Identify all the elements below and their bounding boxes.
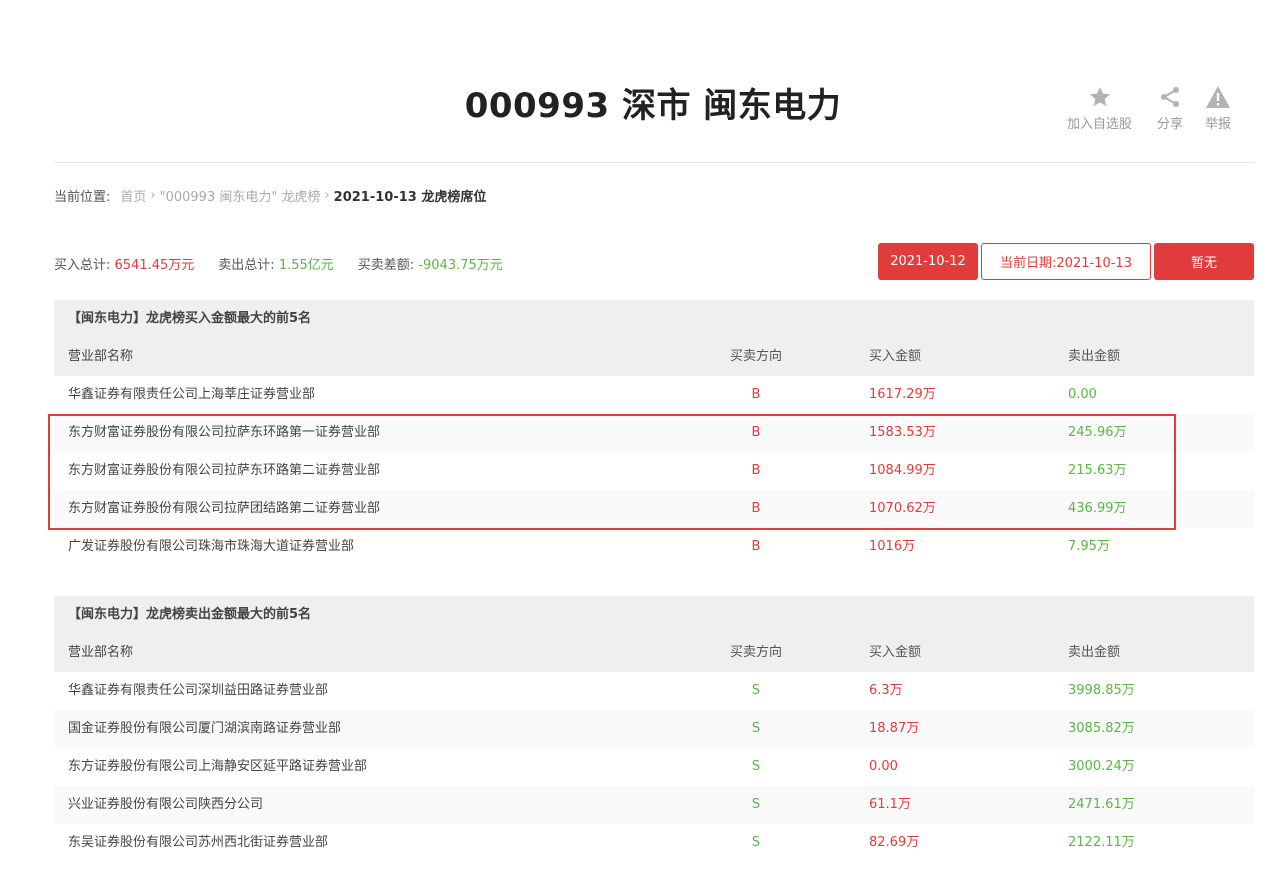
sell-amount: 3000.24万 (1068, 759, 1135, 774)
buy-amount: 1084.99万 (869, 463, 936, 478)
trade-direction: B (751, 539, 761, 554)
table-row: 华鑫证券有限责任公司上海莘庄证券营业部 B 1617.29万 0.00 (54, 376, 1254, 414)
buy-total-label: 买入总计: (54, 258, 111, 273)
buy-amount: 1070.62万 (869, 501, 936, 516)
table-row: 东方证券股份有限公司上海静安区延平路证券营业部 S 0.00 3000.24万 (54, 748, 1254, 786)
table-row: 国金证券股份有限公司厦门湖滨南路证券营业部 S 18.87万 3085.82万 (54, 710, 1254, 748)
header-buy-amount: 买入金额 (869, 349, 922, 364)
sell-amount: 215.63万 (1068, 463, 1127, 478)
branch-name[interactable]: 东方财富证券股份有限公司拉萨东环路第二证券营业部 (68, 452, 380, 490)
sell-top5-table: 【闽东电力】龙虎榜卖出金额最大的前5名 营业部名称 买卖方向 买入金额 卖出金额… (54, 596, 1254, 862)
buy-amount: 1016万 (869, 539, 916, 554)
sell-amount: 436.99万 (1068, 501, 1127, 516)
sell-amount: 245.96万 (1068, 425, 1127, 440)
breadcrumb-current: 2021-10-13 龙虎榜席位 (333, 190, 487, 205)
buy-total: 买入总计: 6541.45万元 (54, 254, 194, 273)
add-watchlist-label: 加入自选股 (1067, 117, 1133, 132)
buy-amount: 61.1万 (869, 797, 911, 812)
table-header: 营业部名称 买卖方向 买入金额 卖出金额 (54, 338, 1254, 376)
add-watchlist-button[interactable]: 加入自选股 (1067, 84, 1132, 132)
sell-amount: 2471.61万 (1068, 797, 1135, 812)
breadcrumb-prefix: 当前位置: (54, 190, 111, 205)
sell-total: 卖出总计: 1.55亿元 (218, 254, 333, 273)
trade-direction: B (751, 387, 761, 402)
branch-name[interactable]: 华鑫证券有限责任公司上海莘庄证券营业部 (68, 376, 315, 414)
sell-amount: 2122.11万 (1068, 835, 1135, 850)
table-row: 广发证券股份有限公司珠海市珠海大道证券营业部 B 1016万 7.95万 (54, 528, 1254, 566)
header-sell-amount: 卖出金额 (1068, 349, 1121, 364)
trade-diff-label: 买卖差额: (357, 258, 415, 273)
trade-diff: 买卖差额: -9043.75万元 (358, 254, 503, 273)
breadcrumb-parent-link[interactable]: "000993 闽东电力" 龙虎榜 (160, 186, 321, 205)
table-row: 东方财富证券股份有限公司拉萨东环路第二证券营业部 B 1084.99万 215.… (54, 452, 1254, 490)
sell-total-label: 卖出总计: (218, 258, 275, 273)
trade-direction: S (751, 759, 761, 774)
trade-direction: S (751, 835, 761, 850)
buy-amount: 1583.53万 (869, 425, 936, 440)
buy-amount: 18.87万 (869, 721, 920, 736)
sell-table-title: 【闽东电力】龙虎榜卖出金额最大的前5名 (54, 596, 1254, 634)
buy-total-value: 6541.45万元 (114, 258, 195, 273)
branch-name[interactable]: 东方财富证券股份有限公司拉萨东环路第一证券营业部 (68, 414, 380, 452)
branch-name[interactable]: 国金证券股份有限公司厦门湖滨南路证券营业部 (68, 710, 341, 748)
report-button[interactable]: 举报 (1205, 84, 1231, 132)
breadcrumb-home-link[interactable]: 首页 (120, 186, 146, 205)
current-date-button[interactable]: 当前日期:2021-10-13 (981, 243, 1151, 280)
share-button[interactable]: 分享 (1157, 84, 1183, 132)
sell-amount: 3085.82万 (1068, 721, 1135, 736)
header-branch: 营业部名称 (68, 349, 134, 364)
buy-amount: 0.00 (869, 759, 898, 774)
branch-name[interactable]: 广发证券股份有限公司珠海市珠海大道证券营业部 (68, 528, 354, 566)
report-label: 举报 (1205, 117, 1232, 132)
share-label: 分享 (1157, 117, 1184, 132)
branch-name[interactable]: 华鑫证券有限责任公司深圳益田路证券营业部 (68, 672, 328, 710)
trade-direction: B (751, 463, 761, 478)
table-row: 东方财富证券股份有限公司拉萨东环路第一证券营业部 B 1583.53万 245.… (54, 414, 1254, 452)
trade-direction: S (751, 797, 761, 812)
table-row: 兴业证券股份有限公司陕西分公司 S 61.1万 2471.61万 (54, 786, 1254, 824)
next-date-button[interactable]: 暂无 (1154, 243, 1254, 280)
warning-icon (1205, 84, 1231, 110)
table-header: 营业部名称 买卖方向 买入金额 卖出金额 (54, 634, 1254, 672)
header-sell-amount: 卖出金额 (1068, 645, 1121, 660)
header-branch: 营业部名称 (68, 645, 134, 660)
sell-amount: 3998.85万 (1068, 683, 1135, 698)
table-row: 华鑫证券有限责任公司深圳益田路证券营业部 S 6.3万 3998.85万 (54, 672, 1254, 710)
trade-summary: 买入总计: 6541.45万元 卖出总计: 1.55亿元 买卖差额: -9043… (54, 254, 527, 273)
buy-amount: 6.3万 (869, 683, 903, 698)
branch-name[interactable]: 东方证券股份有限公司上海静安区延平路证券营业部 (68, 748, 367, 786)
sell-total-value: 1.55亿元 (278, 258, 334, 273)
header-direction: 买卖方向 (729, 645, 782, 660)
buy-amount: 1617.29万 (869, 387, 936, 402)
trade-direction: B (751, 425, 761, 440)
prev-date-button[interactable]: 2021-10-12 (878, 243, 978, 280)
sell-amount: 7.95万 (1068, 539, 1110, 554)
branch-name[interactable]: 兴业证券股份有限公司陕西分公司 (68, 786, 263, 824)
share-icon (1158, 84, 1182, 110)
header-buy-amount: 买入金额 (869, 645, 922, 660)
branch-name[interactable]: 东方财富证券股份有限公司拉萨团结路第二证券营业部 (68, 490, 380, 528)
trade-direction: S (751, 721, 761, 736)
buy-top5-table: 【闽东电力】龙虎榜买入金额最大的前5名 营业部名称 买卖方向 买入金额 卖出金额… (54, 300, 1254, 566)
table-row: 东方财富证券股份有限公司拉萨团结路第二证券营业部 B 1070.62万 436.… (54, 490, 1254, 528)
breadcrumb-separator: › (150, 188, 156, 203)
header-direction: 买卖方向 (729, 349, 782, 364)
trade-direction: S (751, 683, 761, 698)
header-divider (54, 162, 1254, 163)
sell-amount: 0.00 (1068, 387, 1097, 402)
breadcrumb: 当前位置: 首页 › "000993 闽东电力" 龙虎榜 › 2021-10-1… (54, 186, 486, 205)
trade-direction: B (751, 501, 761, 516)
star-icon (1088, 84, 1112, 110)
table-row: 东吴证券股份有限公司苏州西北街证券营业部 S 82.69万 2122.11万 (54, 824, 1254, 862)
branch-name[interactable]: 东吴证券股份有限公司苏州西北街证券营业部 (68, 824, 328, 862)
breadcrumb-separator: › (324, 188, 330, 203)
trade-diff-value: -9043.75万元 (418, 258, 503, 273)
buy-amount: 82.69万 (869, 835, 920, 850)
buy-table-title: 【闽东电力】龙虎榜买入金额最大的前5名 (54, 300, 1254, 338)
